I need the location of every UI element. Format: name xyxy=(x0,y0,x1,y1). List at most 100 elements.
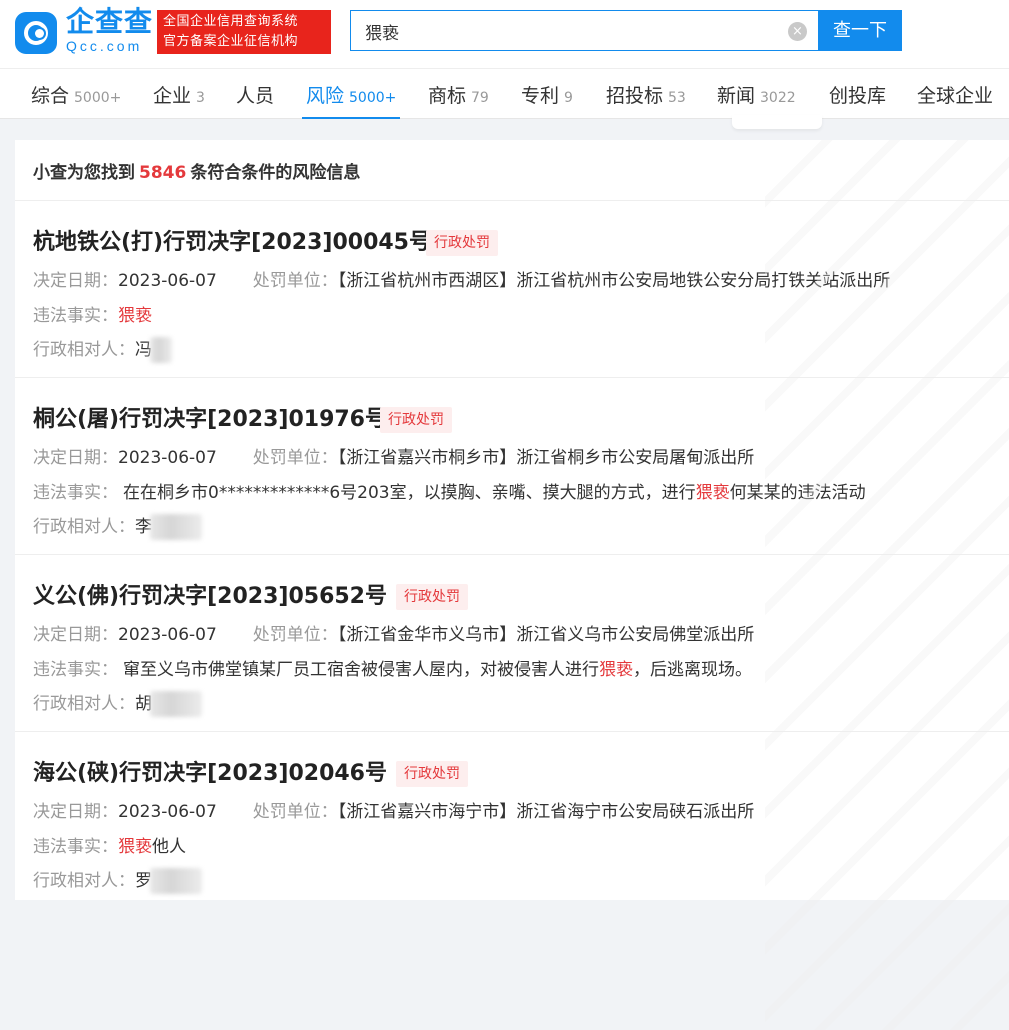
person-label: 行政相对人： xyxy=(33,694,135,714)
divider xyxy=(15,731,1009,732)
tab-count: 53 xyxy=(668,90,686,106)
penalty-tag: 行政处罚 xyxy=(380,407,452,433)
record-person-row: 行政相对人：胡 xyxy=(33,689,202,717)
tab-count: 5000+ xyxy=(349,90,397,106)
record-title[interactable]: 义公(佛)行罚决字[2023]05652号 xyxy=(33,578,387,610)
record-title[interactable]: 杭地铁公(打)行罚决字[2023]00045号 xyxy=(33,224,431,256)
fact-highlight: 猥亵 xyxy=(599,660,633,680)
fact-text: 窜至义乌市佛堂镇某厂员工宿舍被侵害人屋内，对被侵害人进行 xyxy=(123,660,599,680)
tab-risk[interactable]: 风险 5000+ xyxy=(302,81,401,119)
divider xyxy=(15,554,1009,555)
logo-domain[interactable]: Qcc.com xyxy=(66,38,142,54)
tab-news[interactable]: 新闻 3022 xyxy=(717,81,796,119)
fact-label: 违法事实： xyxy=(33,837,118,857)
penalty-tag: 行政处罚 xyxy=(426,230,498,256)
decision-date: 2023-06-07 xyxy=(118,271,217,291)
fact-highlight: 猥亵 xyxy=(118,306,152,326)
tab-count: 5000+ xyxy=(74,90,122,106)
record-meta-row: 决定日期：2023-06-07 处罚单位：【浙江省金华市义乌市】浙江省义乌市公安局… xyxy=(33,620,754,645)
fact-label: 违法事实： xyxy=(33,660,118,680)
tab-label: 商标 xyxy=(428,85,467,107)
record-meta-row: 决定日期：2023-06-07 处罚单位：【浙江省杭州市西湖区】浙江省杭州市公安局… xyxy=(33,266,890,291)
unit-label: 处罚单位： xyxy=(252,448,338,468)
top-header: 企查查 Qcc.com 全国企业信用查询系统 官方备案企业征信机构 × 查一下 xyxy=(0,0,1009,68)
tab-global-company[interactable]: 全球企业 xyxy=(917,81,993,119)
tab-venture-db[interactable]: 创投库 xyxy=(829,81,886,119)
tab-bidding[interactable]: 招投标 53 xyxy=(606,81,686,119)
penalty-tag: 行政处罚 xyxy=(396,584,468,610)
fact-text: ，后逃离现场。 xyxy=(633,660,752,680)
tab-label: 新闻 xyxy=(717,85,756,107)
tab-label: 综合 xyxy=(31,85,70,107)
results-card: 小查为您找到 5846 条符合条件的风险信息 杭地铁公(打)行罚决字[2023]00… xyxy=(15,140,1009,1030)
record-fact-row: 违法事实：猥亵 xyxy=(33,301,152,326)
summary-prefix: 小查为您找到 xyxy=(33,163,135,183)
summary-suffix: 条符合条件的风险信息 xyxy=(190,163,361,183)
tab-count: 3022 xyxy=(760,90,796,106)
unit-label: 处罚单位： xyxy=(252,802,338,822)
decision-date: 2023-06-07 xyxy=(118,802,217,822)
date-label: 决定日期： xyxy=(33,802,118,822)
fact-text: 在在桐乡市0*************6号203室，以摸胸、亲嘴、摸大腿的方式，… xyxy=(123,483,696,503)
decision-date: 2023-06-07 xyxy=(118,448,217,468)
search-tabs: 综合 5000+ 企业 3 人员 风险 5000+ 商标 79 专利 9 招投标 53 新闻… xyxy=(0,68,1009,119)
fact-text: 何某某的违法活动 xyxy=(729,483,866,503)
record-fact-row: 违法事实： 在在桐乡市0*************6号203室，以摸胸、亲嘴、摸大… xyxy=(33,478,866,503)
date-label: 决定日期： xyxy=(33,448,118,468)
tab-patent[interactable]: 专利 9 xyxy=(521,81,573,119)
clear-icon[interactable]: × xyxy=(788,22,807,41)
tab-label: 招投标 xyxy=(606,85,664,107)
date-label: 决定日期： xyxy=(33,625,118,645)
person-label: 行政相对人： xyxy=(33,517,135,537)
tab-trademark[interactable]: 商标 79 xyxy=(428,81,489,119)
redacted-mask xyxy=(150,337,172,363)
tab-overview[interactable]: 综合 5000+ xyxy=(31,81,121,119)
fact-highlight: 猥亵 xyxy=(695,483,730,503)
record-title[interactable]: 海公(硖)行罚决字[2023]02046号 xyxy=(33,755,387,787)
divider xyxy=(15,200,1009,201)
tab-label: 企业 xyxy=(153,85,192,107)
penalty-unit: 【浙江省嘉兴市桐乡市】浙江省桐乡市公安局屠甸派出所 xyxy=(337,448,755,468)
tab-count: 79 xyxy=(471,90,489,106)
divider xyxy=(15,377,1009,378)
tab-count: 9 xyxy=(564,90,573,106)
record-title[interactable]: 桐公(屠)行罚决字[2023]01976号 xyxy=(33,401,387,433)
record-person-row: 行政相对人：冯 xyxy=(33,335,172,363)
date-label: 决定日期： xyxy=(33,271,118,291)
decision-date: 2023-06-07 xyxy=(118,625,217,645)
search-box: × xyxy=(350,10,818,51)
slogan-line-2: 官方备案企业征信机构 xyxy=(163,34,299,49)
tab-label: 创投库 xyxy=(829,85,887,107)
fact-highlight: 猥亵 xyxy=(118,837,152,857)
redacted-mask xyxy=(150,691,202,717)
tab-label: 风险 xyxy=(306,85,345,107)
tab-label: 人员 xyxy=(236,85,275,107)
dropdown-handle[interactable] xyxy=(732,115,822,129)
qcc-logo-icon[interactable] xyxy=(15,12,57,54)
logo-name[interactable]: 企查查 xyxy=(66,6,153,38)
record-meta-row: 决定日期：2023-06-07 处罚单位：【浙江省嘉兴市桐乡市】浙江省桐乡市公安局… xyxy=(33,443,754,468)
fact-label: 违法事实： xyxy=(33,483,118,503)
record-meta-row: 决定日期：2023-06-07 处罚单位：【浙江省嘉兴市海宁市】浙江省海宁市公安局… xyxy=(33,797,754,822)
record-fact-row: 违法事实： 窜至义乌市佛堂镇某厂员工宿舍被侵害人屋内，对被侵害人进行猥亵，后逃离现… xyxy=(33,655,752,680)
penalty-unit: 【浙江省金华市义乌市】浙江省义乌市公安局佛堂派出所 xyxy=(337,625,755,645)
unit-label: 处罚单位： xyxy=(252,625,338,645)
record-person-row: 行政相对人：李 xyxy=(33,512,202,540)
result-summary: 小查为您找到 5846 条符合条件的风险信息 xyxy=(33,158,360,183)
redacted-mask xyxy=(150,514,202,540)
penalty-tag: 行政处罚 xyxy=(396,761,468,787)
tab-company[interactable]: 企业 3 xyxy=(153,81,205,119)
fact-text: 他人 xyxy=(152,837,186,857)
search-input[interactable] xyxy=(365,20,765,42)
slogan-line-1: 全国企业信用查询系统 xyxy=(163,14,299,29)
record-fact-row: 违法事实：猥亵他人 xyxy=(33,832,186,857)
search-button[interactable]: 查一下 xyxy=(818,10,902,51)
unit-label: 处罚单位： xyxy=(252,271,338,291)
penalty-unit: 【浙江省嘉兴市海宁市】浙江省海宁市公安局硖石派出所 xyxy=(337,802,755,822)
result-count: 5846 xyxy=(139,163,187,183)
redacted-mask xyxy=(150,868,202,894)
tab-label: 专利 xyxy=(521,85,560,107)
fact-label: 违法事实： xyxy=(33,306,118,326)
tab-people[interactable]: 人员 xyxy=(236,81,274,119)
person-label: 行政相对人： xyxy=(33,340,135,360)
